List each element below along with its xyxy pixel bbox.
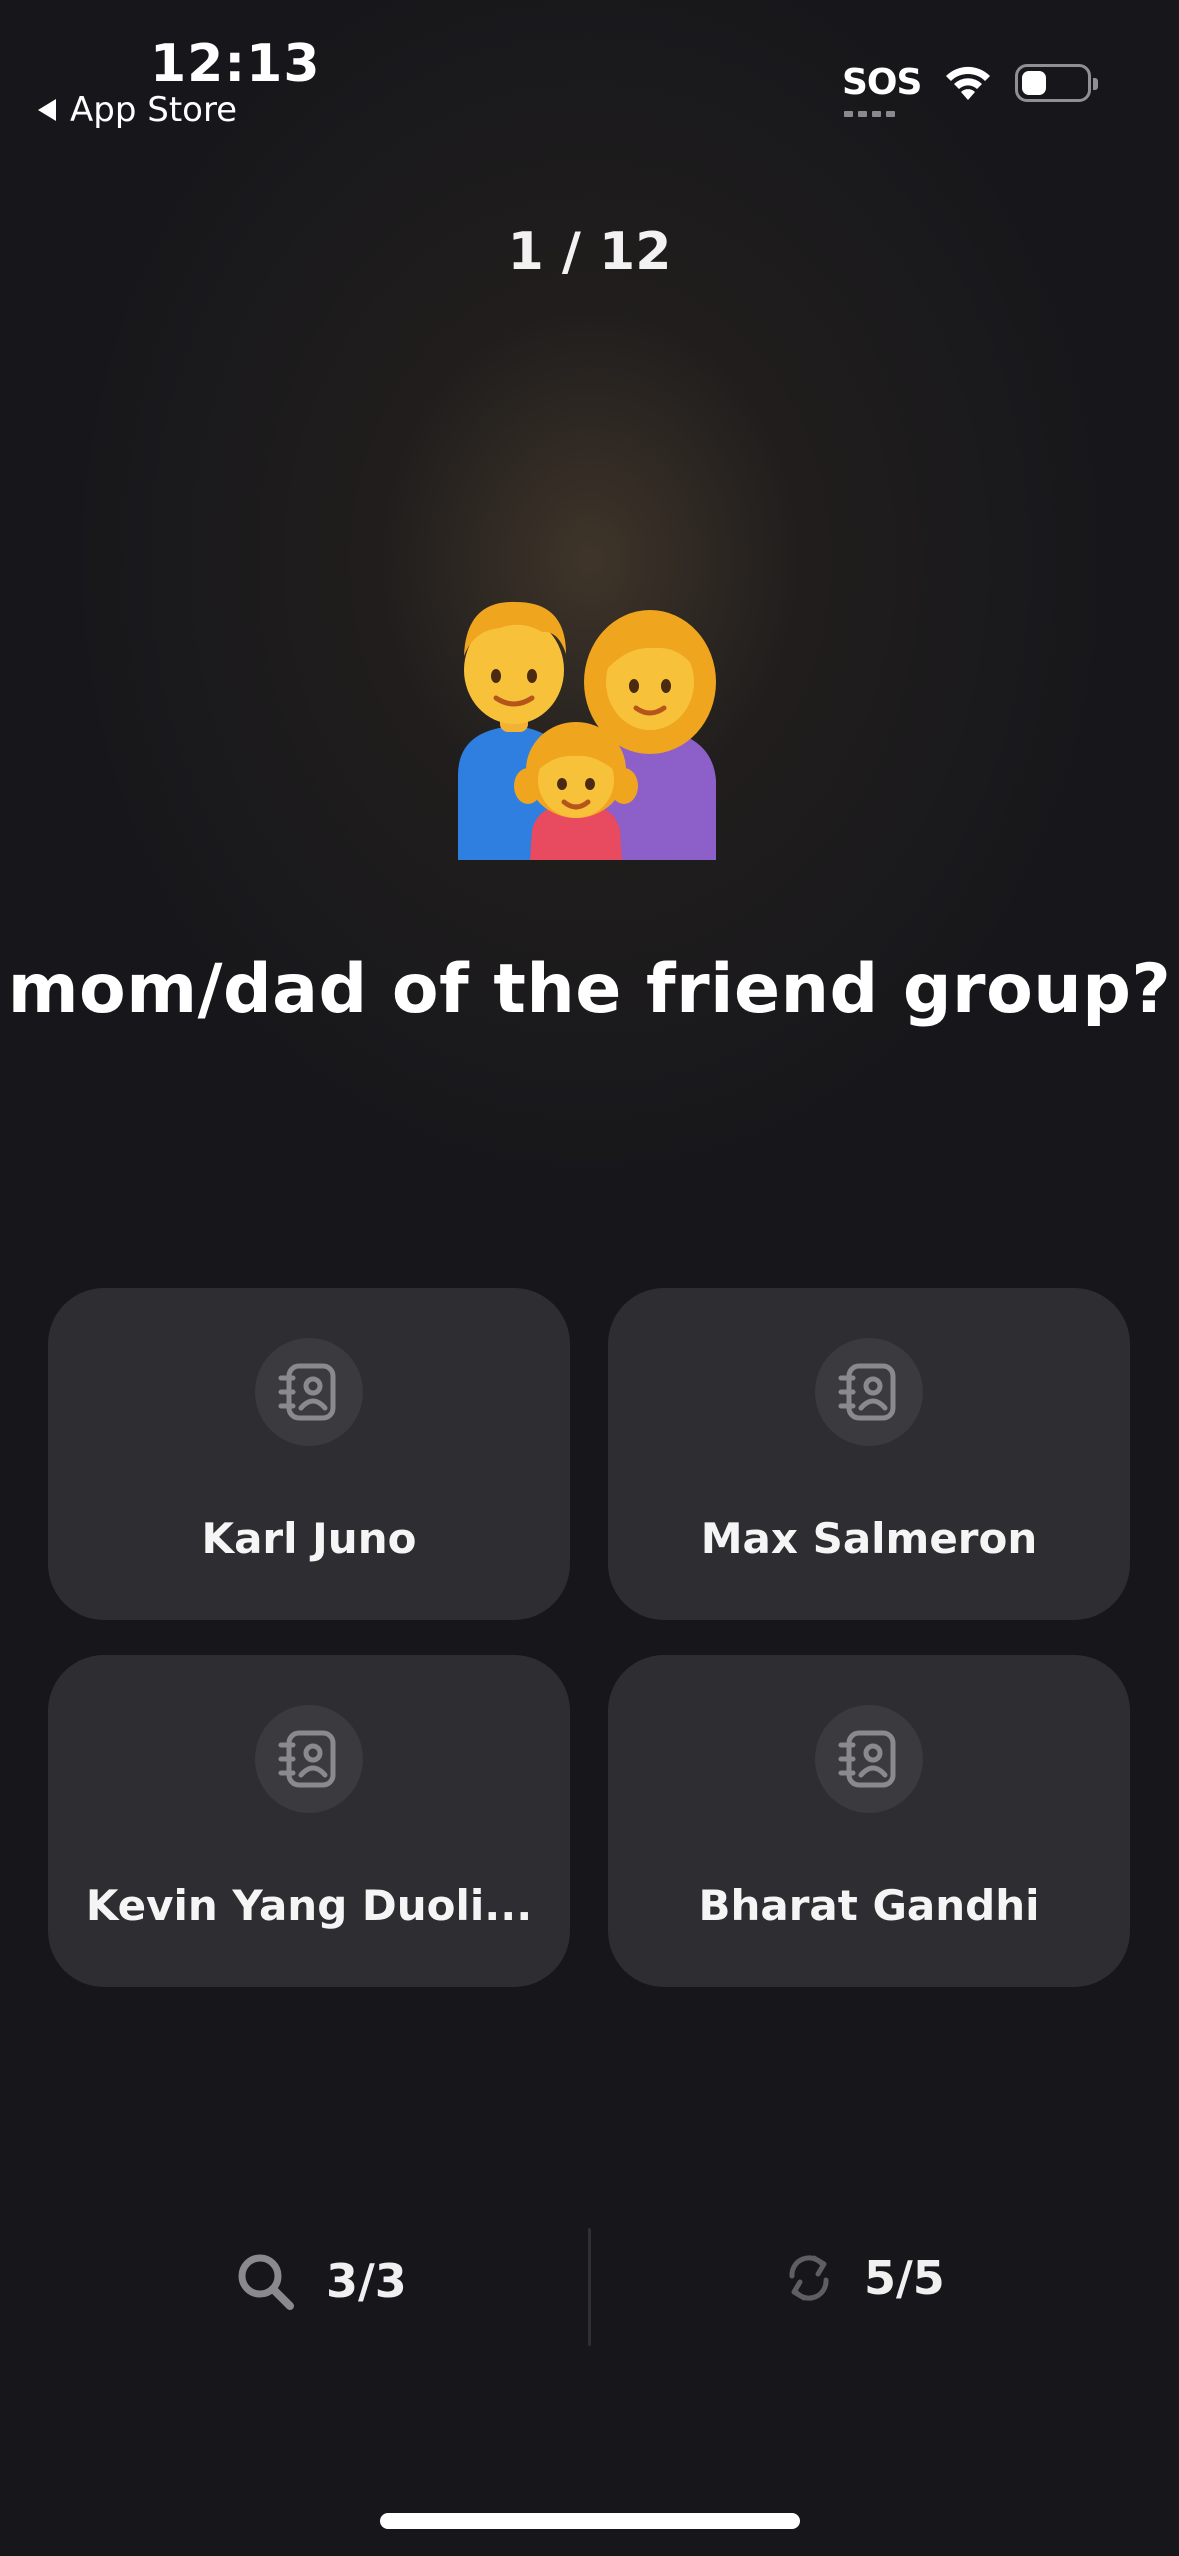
sos-label: SOS bbox=[842, 62, 922, 103]
shuffle-button[interactable]: 5/5 bbox=[784, 2250, 945, 2306]
home-indicator[interactable] bbox=[380, 2513, 800, 2529]
option-card-1[interactable]: Karl Juno bbox=[48, 1288, 570, 1620]
signal-dots-icon bbox=[844, 111, 895, 117]
status-time: 12:13 bbox=[150, 34, 321, 94]
contact-book-icon bbox=[255, 1705, 363, 1813]
option-card-3[interactable]: Kevin Yang Duoli... bbox=[48, 1655, 570, 1987]
shuffle-icon bbox=[789, 2255, 829, 2301]
contact-book-icon bbox=[255, 1338, 363, 1446]
question-progress: 1 / 12 bbox=[507, 222, 672, 282]
wifi-icon bbox=[943, 64, 993, 102]
back-label: App Store bbox=[70, 90, 238, 130]
search-icon bbox=[238, 2254, 294, 2310]
back-arrow-icon bbox=[38, 99, 56, 121]
option-name: Kevin Yang Duoli... bbox=[85, 1881, 533, 1930]
contact-book-icon bbox=[815, 1338, 923, 1446]
battery-icon bbox=[1015, 63, 1099, 102]
contact-book-icon bbox=[815, 1705, 923, 1813]
option-card-2[interactable]: Max Salmeron bbox=[608, 1288, 1130, 1620]
app-screen: 12:13 App Store SOS 1 / 12 mom/dad of th… bbox=[0, 0, 1179, 2556]
family-emoji-icon bbox=[458, 601, 716, 860]
status-indicators: SOS bbox=[842, 62, 1099, 117]
option-name: Karl Juno bbox=[201, 1514, 417, 1563]
option-card-4[interactable]: Bharat Gandhi bbox=[608, 1655, 1130, 1987]
shuffle-count: 5/5 bbox=[864, 2251, 945, 2305]
search-count: 3/3 bbox=[326, 2254, 407, 2308]
search-hint-button[interactable]: 3/3 bbox=[234, 2250, 407, 2312]
option-name: Max Salmeron bbox=[700, 1514, 1038, 1563]
bottom-divider bbox=[588, 2228, 591, 2346]
question-text: mom/dad of the friend group? bbox=[7, 950, 1172, 1029]
sos-indicator: SOS bbox=[842, 62, 922, 117]
option-name: Bharat Gandhi bbox=[698, 1881, 1040, 1930]
back-to-app-store-button[interactable]: App Store bbox=[38, 90, 237, 130]
